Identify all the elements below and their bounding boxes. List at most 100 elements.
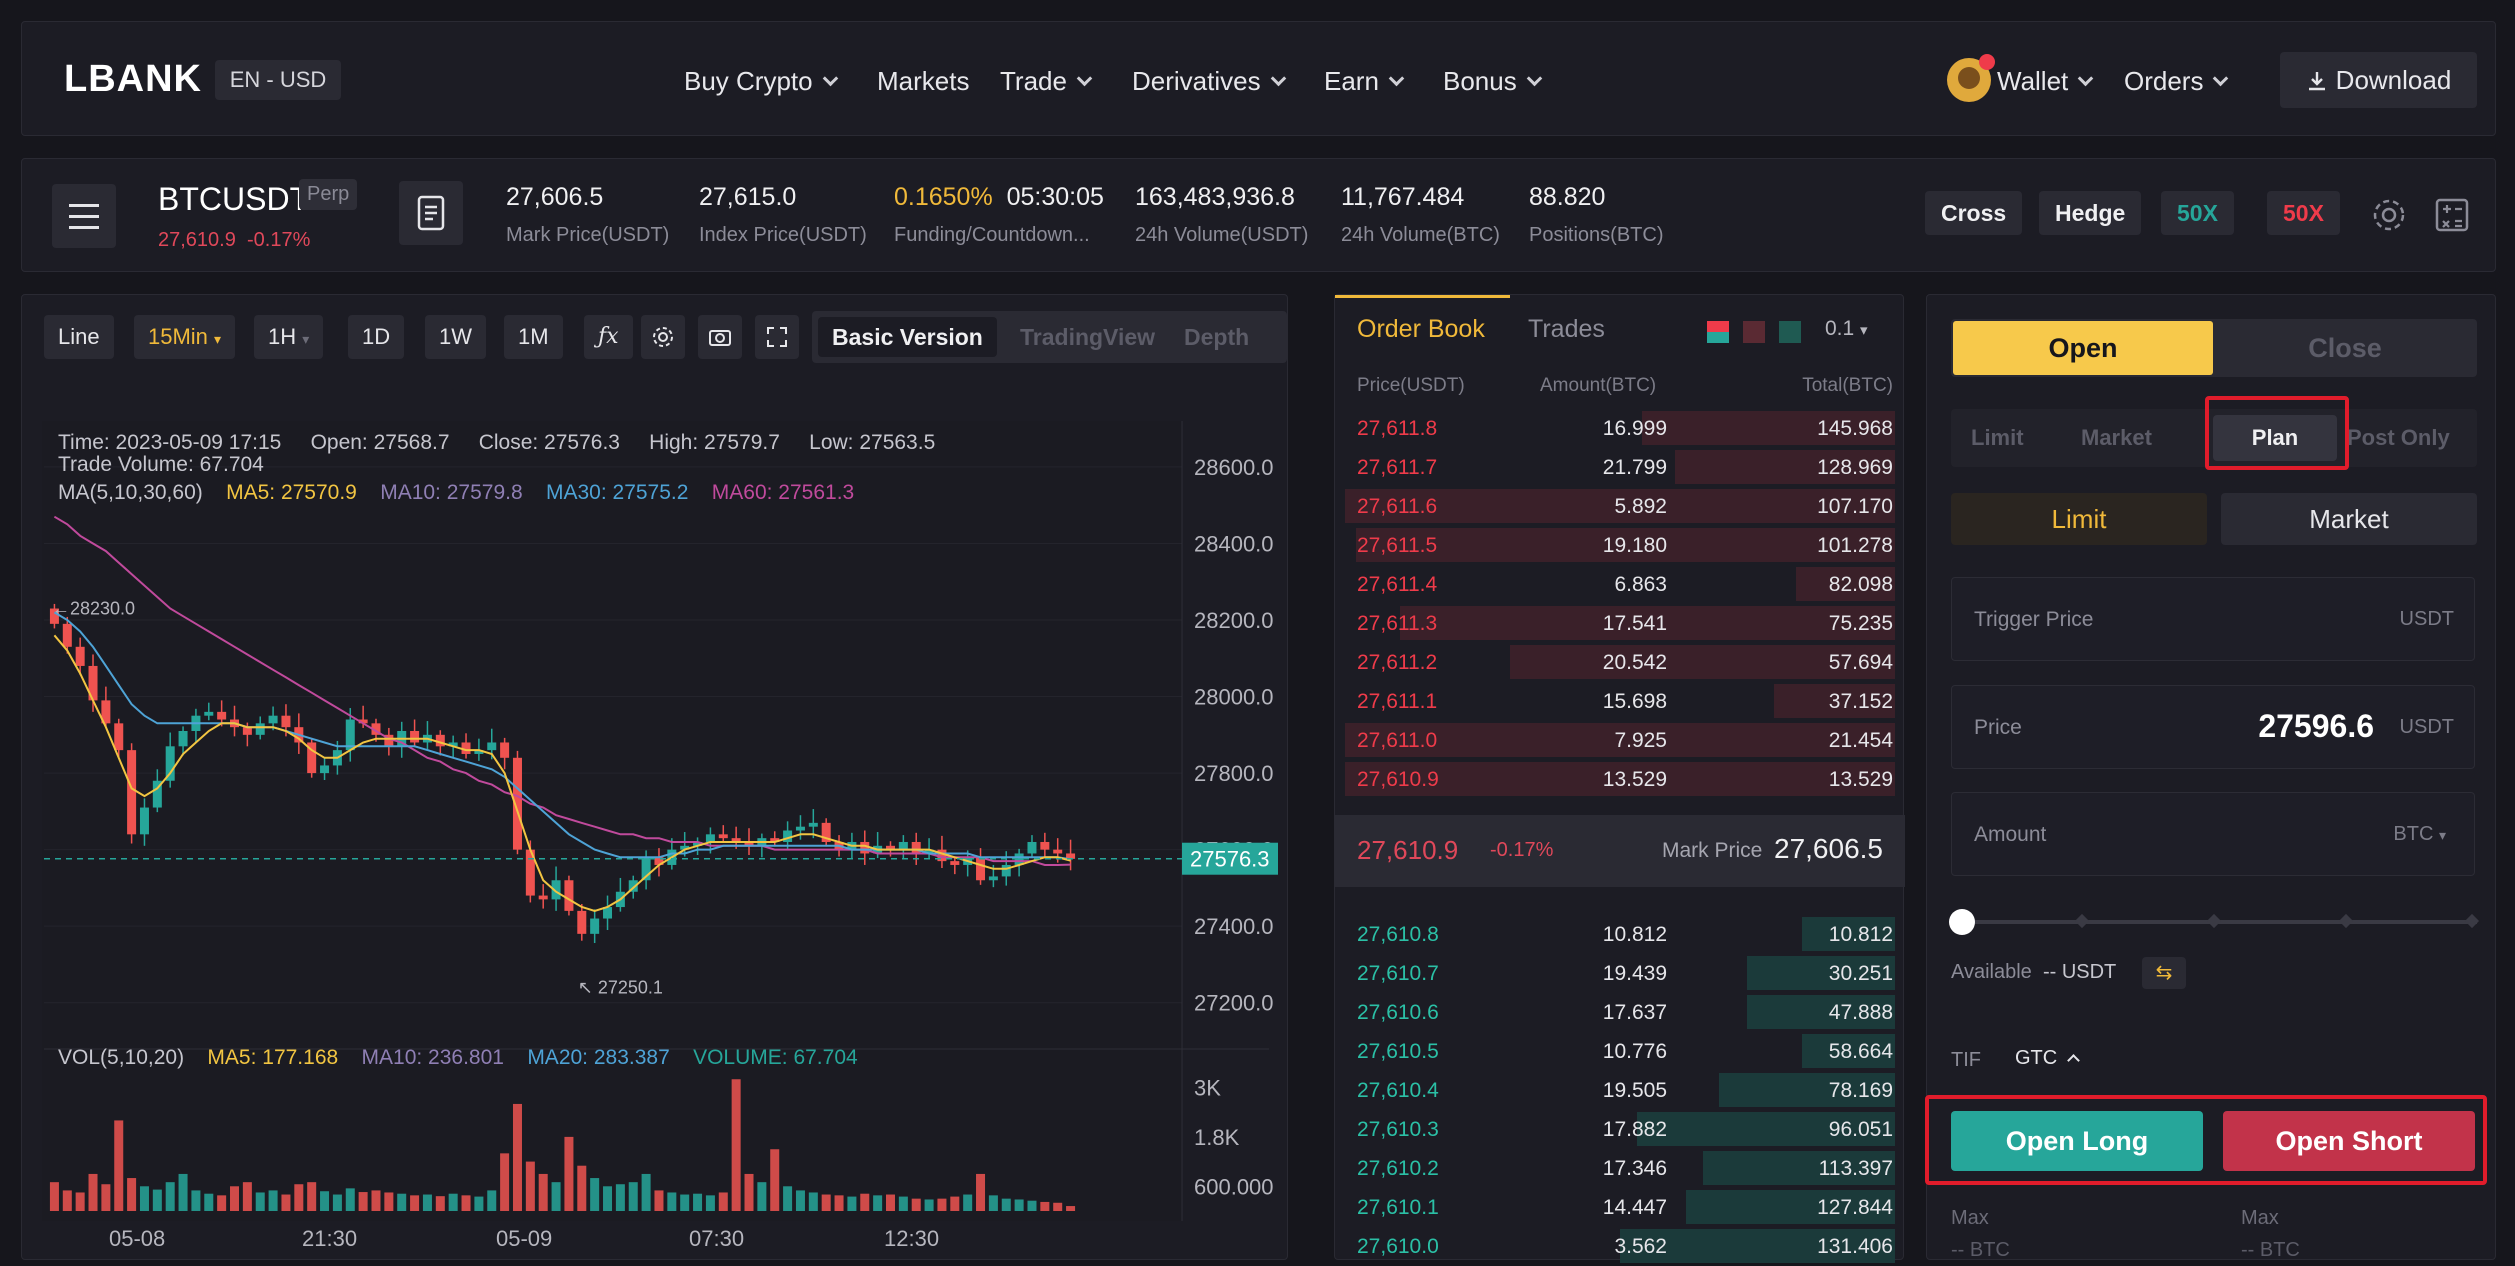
bid-row[interactable]: 27,610.2 17.346 113.397: [1345, 1149, 1895, 1187]
volume-bar: [332, 1194, 342, 1211]
slider-mark-25[interactable]: [2074, 913, 2090, 929]
candle-body: [911, 841, 921, 854]
volume-bar: [808, 1192, 818, 1211]
indicator-fx-icon[interactable]: ƒx: [584, 315, 633, 359]
fullscreen-icon[interactable]: [755, 315, 799, 359]
order-type-market[interactable]: Market: [2081, 425, 2152, 451]
long-leverage-button[interactable]: 50X: [2161, 191, 2234, 235]
bid-row[interactable]: 27,610.8 10.812 10.812: [1345, 915, 1895, 953]
menu-icon[interactable]: [52, 184, 116, 248]
open-short-button[interactable]: Open Short: [2223, 1111, 2475, 1171]
interval-1h-button[interactable]: 1H ▾: [254, 315, 324, 359]
volume-bar: [191, 1190, 201, 1211]
tab-tradingview[interactable]: TradingView: [1006, 317, 1169, 357]
nav-wallet[interactable]: Wallet: [1997, 66, 2094, 97]
bid-row[interactable]: 27,610.1 14.447 127.844: [1345, 1188, 1895, 1226]
amount-unit-selector[interactable]: BTC ▾: [2393, 823, 2446, 846]
user-avatar[interactable]: [1947, 54, 1995, 102]
ask-row[interactable]: 27,611.6 5.892 107.170: [1345, 487, 1895, 525]
nav-earn[interactable]: Earn: [1324, 66, 1405, 97]
row-price: 27,610.2: [1357, 1157, 1439, 1180]
sub-type-market[interactable]: Market: [2221, 493, 2477, 545]
interval-1d-button[interactable]: 1D: [348, 315, 405, 359]
short-leverage-button[interactable]: 50X: [2267, 191, 2340, 235]
slider-mark-100[interactable]: [2464, 913, 2480, 929]
nav-buy-crypto[interactable]: Buy Crypto: [684, 66, 838, 97]
close-tab[interactable]: Close: [2215, 321, 2475, 375]
ask-row[interactable]: 27,611.4 6.863 82.098: [1345, 565, 1895, 603]
both-sides-view-icon[interactable]: [1707, 321, 1729, 343]
bid-row[interactable]: 27,610.3 17.882 96.051: [1345, 1110, 1895, 1148]
row-total: 30.251: [1828, 962, 1893, 985]
ask-row[interactable]: 27,611.5 19.180 101.278: [1345, 526, 1895, 564]
screenshot-camera-icon[interactable]: [698, 315, 742, 359]
bid-row[interactable]: 27,610.6 17.637 47.888: [1345, 993, 1895, 1031]
nav-trade[interactable]: Trade: [1000, 66, 1093, 97]
volume-bar: [551, 1182, 561, 1211]
calculator-icon[interactable]: [2432, 195, 2472, 235]
slider-mark-75[interactable]: [2338, 913, 2354, 929]
bids-only-view-icon[interactable]: [1779, 321, 1801, 343]
slider-mark-50[interactable]: [2206, 913, 2222, 929]
row-price: 27,611.5: [1357, 534, 1438, 557]
chart-type-line-button[interactable]: Line: [44, 315, 114, 359]
chart-settings-icon[interactable]: [641, 315, 685, 359]
tab-basic-version[interactable]: Basic Version: [818, 317, 997, 357]
ask-row[interactable]: 27,610.9 13.529 13.529: [1345, 760, 1895, 798]
ask-row[interactable]: 27,611.0 7.925 21.454: [1345, 721, 1895, 759]
order-type-post-only[interactable]: Post Only: [2347, 425, 2450, 451]
nav-orders[interactable]: Orders: [2124, 66, 2229, 97]
tif-selector[interactable]: GTC: [2015, 1047, 2080, 1070]
price-input[interactable]: Price 27596.6 USDT: [1951, 685, 2475, 769]
x-tick-label: 05-09: [496, 1226, 552, 1251]
transfer-icon[interactable]: ⇆: [2142, 957, 2186, 989]
download-button[interactable]: Download: [2280, 52, 2477, 108]
open-tab[interactable]: Open: [1953, 321, 2213, 375]
ask-row[interactable]: 27,611.2 20.542 57.694: [1345, 643, 1895, 681]
ask-row[interactable]: 27,611.7 21.799 128.969: [1345, 448, 1895, 486]
info-low: Low: 27563.5: [809, 431, 936, 454]
symbol-name[interactable]: BTCUSDT: [158, 181, 309, 218]
row-total: 75.235: [1828, 612, 1893, 635]
order-type-limit[interactable]: Limit: [1971, 425, 2024, 451]
ask-row[interactable]: 27,611.1 15.698 37.152: [1345, 682, 1895, 720]
nav-markets[interactable]: Markets: [877, 66, 969, 97]
volume-bar: [654, 1190, 664, 1211]
amount-input[interactable]: Amount BTC ▾: [1951, 792, 2475, 876]
sub-type-limit[interactable]: Limit: [1951, 493, 2207, 545]
bid-row[interactable]: 27,610.0 3.562 131.406: [1345, 1227, 1895, 1265]
price-unit: USDT: [2399, 716, 2454, 738]
settings-gear-icon[interactable]: [2369, 195, 2409, 235]
margin-mode-button[interactable]: Cross: [1925, 191, 2023, 235]
interval-1w-button[interactable]: 1W: [425, 315, 486, 359]
interval-1m-button[interactable]: 1M: [504, 315, 563, 359]
interval-15min-button[interactable]: 15Min ▾: [134, 315, 236, 359]
language-currency-selector[interactable]: EN - USD: [215, 60, 341, 100]
tab-order-book[interactable]: Order Book: [1357, 315, 1485, 344]
ask-row[interactable]: 27,611.3 17.541 75.235: [1345, 604, 1895, 642]
amount-slider-handle[interactable]: [1949, 909, 1975, 935]
nav-derivatives[interactable]: Derivatives: [1132, 66, 1286, 97]
trigger-price-input[interactable]: Trigger Price USDT: [1951, 577, 2475, 661]
nav-bonus[interactable]: Bonus: [1443, 66, 1543, 97]
bid-row[interactable]: 27,610.5 10.776 58.664: [1345, 1032, 1895, 1070]
volume-bar: [512, 1103, 522, 1211]
lbank-logo[interactable]: LBANK: [64, 58, 202, 101]
row-total: 101.278: [1817, 534, 1893, 557]
candlestick-chart[interactable]: 28600.028400.028200.028000.027800.027600…: [22, 421, 1289, 1261]
position-mode-button[interactable]: Hedge: [2039, 191, 2142, 235]
open-long-button[interactable]: Open Long: [1951, 1111, 2203, 1171]
precision-selector[interactable]: 0.1 ▾: [1825, 317, 1868, 341]
stat-value: 88.820: [1529, 183, 1606, 211]
asks-only-view-icon[interactable]: [1743, 321, 1765, 343]
row-price: 27,610.1: [1357, 1196, 1439, 1219]
tab-trades[interactable]: Trades: [1528, 315, 1605, 344]
volume-tick-label: 3K: [1194, 1075, 1221, 1100]
bid-row[interactable]: 27,610.4 19.505 78.169: [1345, 1071, 1895, 1109]
row-price: 27,610.8: [1357, 923, 1439, 946]
bid-row[interactable]: 27,610.7 19.439 30.251: [1345, 954, 1895, 992]
ask-row[interactable]: 27,611.8 16.999 145.968: [1345, 409, 1895, 447]
chart-plot-area[interactable]: 28600.028400.028200.028000.027800.027600…: [22, 421, 1289, 1261]
contract-info-icon[interactable]: [399, 181, 463, 245]
tab-depth[interactable]: Depth: [1170, 317, 1263, 357]
